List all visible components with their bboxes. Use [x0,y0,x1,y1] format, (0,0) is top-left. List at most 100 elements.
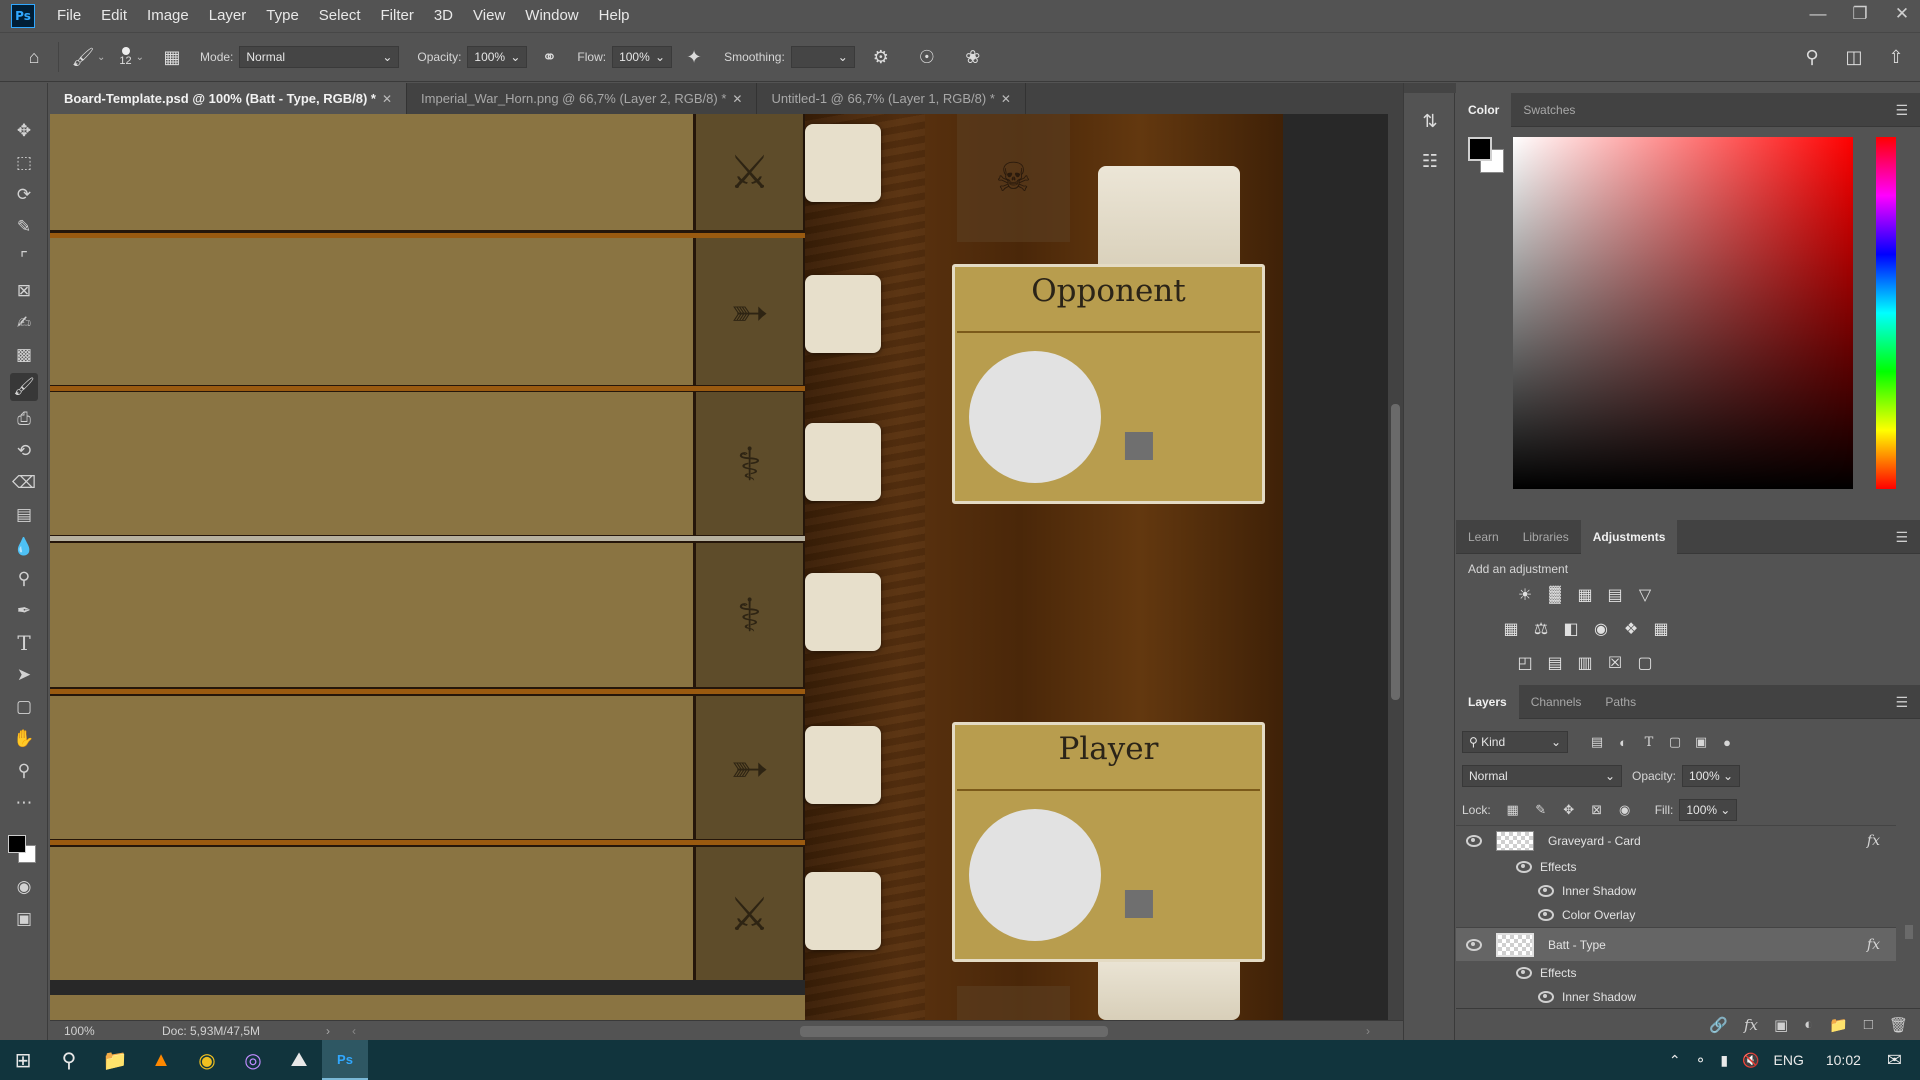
tab-libraries[interactable]: Libraries [1511,520,1581,554]
mode-select[interactable]: Normal ⌄ [239,46,400,68]
visibility-eye-icon[interactable] [1516,861,1532,873]
move-tool-icon[interactable]: ✥ [10,117,38,145]
share-icon[interactable]: ⇧ [1882,43,1910,71]
hue-slider[interactable] [1876,137,1896,489]
tab-channels[interactable]: Channels [1519,685,1594,719]
photoshop-taskbar-icon[interactable]: Ps [322,1040,368,1080]
clone-stamp-tool-icon[interactable]: ⎙ [10,405,38,433]
tab-swatches[interactable]: Swatches [1511,93,1587,127]
scrollbar-thumb[interactable] [1905,925,1913,939]
eyedropper-tool-icon[interactable]: ✍ [10,309,38,337]
posterize-icon[interactable]: ▤ [1544,652,1566,674]
pressure-size-icon[interactable]: ☉ [913,43,941,71]
lock-all-icon[interactable]: ◉ [1611,802,1639,818]
rectangle-tool-icon[interactable]: ▢ [10,693,38,721]
tab-board-template[interactable]: Board-Template.psd @ 100% (Batt - Type, … [50,83,408,114]
file-explorer-icon[interactable]: 📁 [92,1040,138,1080]
close-icon[interactable]: ✕ [382,92,392,106]
panel-menu-icon[interactable]: ☰ [1895,102,1908,119]
restore-icon[interactable]: ❐ [1842,0,1878,28]
eraser-tool-icon[interactable]: ⌫ [10,469,38,497]
tab-layers[interactable]: Layers [1456,684,1519,719]
pressure-opacity-icon[interactable]: ⚭ [535,43,563,71]
more-tools-icon[interactable]: ⋯ [10,789,38,817]
home-icon[interactable]: ⌂ [20,43,48,71]
chevron-down-icon[interactable]: ⌄ [97,52,105,63]
panel-menu-icon[interactable]: ☰ [1895,694,1908,711]
layer-row-selected[interactable]: Batt - Type fx [1456,927,1896,961]
foreground-color-swatch[interactable] [8,835,26,853]
layer-opacity-input[interactable]: 100% ⌄ [1682,765,1741,787]
pen-tool-icon[interactable]: ✒ [10,597,38,625]
effects-row[interactable]: Effects [1516,961,1896,985]
visibility-eye-icon[interactable] [1466,834,1482,847]
hue-saturation-icon[interactable]: ▦ [1500,618,1522,640]
healing-brush-tool-icon[interactable]: ▩ [10,341,38,369]
chevron-right-icon[interactable]: › [326,1024,330,1038]
shape-filter-icon[interactable]: ▢ [1662,734,1688,750]
language-indicator[interactable]: ENG [1774,1052,1804,1068]
path-selection-tool-icon[interactable]: ➤ [10,661,38,689]
delete-layer-icon[interactable]: 🗑 [1889,1016,1908,1034]
hand-tool-icon[interactable]: ✋ [10,725,38,753]
adjustment-filter-icon[interactable]: ◐ [1610,735,1636,750]
layer-row[interactable]: Graveyard - Card fx [1456,825,1896,855]
brush-tool-preset-icon[interactable]: 🖌 [69,43,97,71]
tab-color[interactable]: Color [1456,92,1512,127]
lock-position-icon[interactable]: ✥ [1555,802,1583,818]
lock-artboard-icon[interactable]: ⊠ [1583,802,1611,818]
blend-mode-select[interactable]: Normal ⌄ [1462,765,1622,787]
gear-icon[interactable]: ⚙ [867,43,895,71]
tab-paths[interactable]: Paths [1593,685,1648,719]
exposure-icon[interactable]: ▤ [1604,584,1626,606]
menu-window[interactable]: Window [515,0,588,32]
new-layer-icon[interactable]: □ [1864,1016,1873,1033]
effect-row[interactable]: Color Overlay [1538,903,1896,927]
selective-color-icon[interactable]: ☒ [1604,652,1626,674]
opacity-input[interactable]: 100% ⌄ [467,46,528,68]
lasso-tool-icon[interactable]: ⟳ [10,181,38,209]
color-balance-icon[interactable]: ⚖ [1530,618,1552,640]
scrollbar-thumb[interactable] [1391,404,1400,700]
menu-help[interactable]: Help [589,0,640,32]
battery-icon[interactable]: ▮ [1720,1052,1728,1069]
type-filter-icon[interactable]: T [1636,735,1662,750]
fx-icon[interactable]: fx [1867,937,1880,953]
notifications-icon[interactable]: ✉ [1887,1050,1902,1071]
media-app-icon[interactable]: ◎ [230,1040,276,1080]
chevron-right-icon[interactable]: › [1366,1024,1370,1038]
image-filter-icon[interactable]: ▤ [1584,734,1610,750]
dodge-tool-icon[interactable]: ⚲ [10,565,38,593]
history-brush-tool-icon[interactable]: ⟲ [10,437,38,465]
flow-input[interactable]: 100% ⌄ [612,46,673,68]
filter-toggle-icon[interactable]: ● [1714,735,1740,750]
blur-tool-icon[interactable]: 💧 [10,533,38,561]
layers-scrollbar[interactable] [1902,825,1916,1005]
new-group-icon[interactable]: 📁 [1829,1016,1848,1034]
workspace-icon[interactable]: ◫ [1840,43,1868,71]
link-layers-icon[interactable]: 🔗 [1709,1016,1728,1034]
horizontal-scrollbar-thumb[interactable] [800,1026,1108,1037]
brush-size-picker[interactable]: 12 [119,47,132,67]
color-lookup-icon[interactable]: ▦ [1650,618,1672,640]
invert-icon[interactable]: ◰ [1514,652,1536,674]
dock-handle[interactable] [1404,83,1456,93]
tab-untitled-1[interactable]: Untitled-1 @ 66,7% (Layer 1, RGB/8) * ✕ [757,83,1026,114]
tab-imperial-war-horn[interactable]: Imperial_War_Horn.png @ 66,7% (Layer 2, … [407,83,758,114]
close-icon[interactable]: ✕ [732,92,742,106]
frame-tool-icon[interactable]: ⊠ [10,277,38,305]
volume-muted-icon[interactable]: 🔇 [1742,1052,1759,1069]
panel-menu-icon[interactable]: ☰ [1895,529,1908,546]
levels-icon[interactable]: ▓ [1544,584,1566,606]
chevron-down-icon[interactable]: ⌄ [136,52,144,63]
photos-icon[interactable]: ⛰ [276,1040,322,1080]
tab-learn[interactable]: Learn [1456,520,1511,554]
visibility-eye-icon[interactable] [1466,938,1482,951]
visibility-eye-icon[interactable] [1538,909,1554,921]
brightness-icon[interactable]: ☀ [1514,584,1536,606]
effects-row[interactable]: Effects [1516,855,1896,879]
vibrance-icon[interactable]: ▽ [1634,584,1656,606]
gradient-tool-icon[interactable]: ▤ [10,501,38,529]
color-picker-field[interactable] [1513,137,1853,489]
tab-adjustments[interactable]: Adjustments [1580,519,1678,554]
